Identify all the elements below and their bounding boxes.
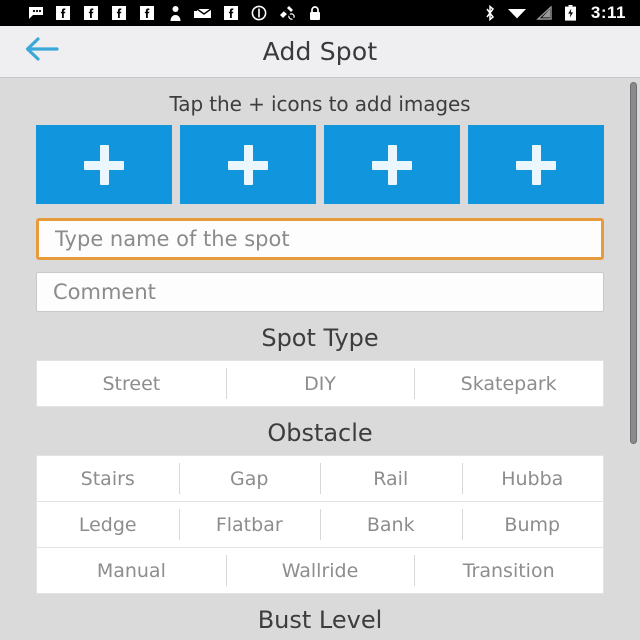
status-bar-notifications [6, 4, 481, 22]
add-image-tile-2[interactable] [180, 125, 316, 204]
spot-name-field-wrap[interactable] [36, 218, 604, 260]
facebook-icon-1 [54, 4, 72, 22]
section-title-bust-level: Bust Level [257, 606, 383, 634]
obstacle-option-wallride[interactable]: Wallride [225, 548, 415, 593]
obstacle-option-gap[interactable]: Gap [178, 456, 321, 501]
obstacle-option-flatbar[interactable]: Flatbar [178, 502, 321, 547]
obstacle-group: Stairs Gap Rail Hubba Ledge Flatbar Bank… [0, 455, 640, 594]
status-bar-system: 3:11 [481, 3, 632, 23]
obstacle-row-1: Stairs Gap Rail Hubba [36, 455, 604, 501]
spot-type-row-1: Street DIY Skatepark [36, 360, 604, 407]
image-hint-text: Tap the + icons to add images [169, 92, 471, 116]
plus-icon [228, 144, 268, 185]
app-screen: 3:11 Add Spot Tap the + icons to add ima… [0, 0, 640, 640]
comment-field-wrap[interactable] [36, 272, 604, 312]
comment-input[interactable] [53, 280, 587, 304]
email-icon [194, 4, 212, 22]
obstacle-option-transition[interactable]: Transition [414, 548, 603, 593]
facebook-icon-4 [138, 4, 156, 22]
obstacle-option-hubba[interactable]: Hubba [461, 456, 604, 501]
obstacle-row-3: Manual Wallride Transition [36, 547, 604, 594]
back-button[interactable] [22, 35, 62, 69]
page-title: Add Spot [262, 37, 378, 66]
spot-type-group: Street DIY Skatepark [0, 360, 640, 407]
obstacle-option-bank[interactable]: Bank [320, 502, 462, 547]
spot-type-option-skatepark[interactable]: Skatepark [414, 361, 603, 406]
status-bar-clock: 3:11 [590, 3, 626, 22]
plus-icon [516, 144, 556, 185]
facebook-icon-5 [222, 4, 240, 22]
contact-icon [166, 4, 184, 22]
wifi-icon [507, 4, 526, 22]
plus-icon [372, 144, 412, 185]
obstacle-option-ledge[interactable]: Ledge [37, 502, 179, 547]
facebook-icon-2 [82, 4, 100, 22]
gps-satellite-icon [278, 4, 296, 22]
obstacle-row-2: Ledge Flatbar Bank Bump [36, 501, 604, 547]
section-title-spot-type: Spot Type [261, 324, 379, 352]
cell-signal-icon [535, 4, 553, 22]
battery-charging-icon [562, 4, 580, 22]
sms-icon [26, 4, 44, 22]
vertical-scrollbar[interactable] [630, 82, 637, 444]
form-scroll-area[interactable]: Tap the + icons to add images Type name … [0, 78, 640, 640]
status-bar: 3:11 [0, 0, 640, 26]
spot-type-option-diy[interactable]: DIY [225, 361, 415, 406]
lock-icon [306, 4, 324, 22]
navigation-bar: Add Spot [0, 26, 640, 78]
obstacle-option-manual[interactable]: Manual [37, 548, 226, 593]
spot-name-input[interactable] [55, 227, 585, 251]
obstacle-option-rail[interactable]: Rail [320, 456, 462, 501]
add-image-tile-1[interactable] [36, 125, 172, 204]
bluetooth-icon [481, 4, 499, 22]
spot-type-option-street[interactable]: Street [37, 361, 226, 406]
section-title-obstacle: Obstacle [267, 419, 373, 447]
obstacle-option-stairs[interactable]: Stairs [37, 456, 179, 501]
image-tiles-row [0, 125, 640, 204]
obstacle-option-bump[interactable]: Bump [461, 502, 604, 547]
alert-circle-icon [250, 4, 268, 22]
facebook-icon-3 [110, 4, 128, 22]
add-image-tile-3[interactable] [324, 125, 460, 204]
plus-icon [84, 144, 124, 185]
add-image-tile-4[interactable] [468, 125, 604, 204]
arrow-left-icon [24, 36, 60, 67]
text-fields [0, 218, 640, 312]
